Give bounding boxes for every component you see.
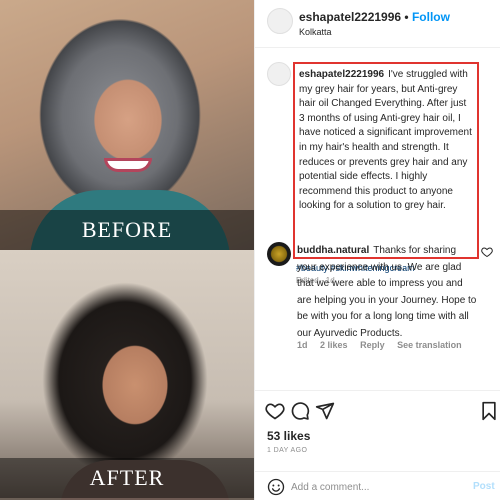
comment-input[interactable] (291, 478, 451, 496)
follow-button[interactable]: Follow (412, 10, 450, 24)
caption-avatar[interactable] (267, 62, 291, 86)
after-label: AFTER (0, 458, 254, 498)
see-translation-link[interactable]: See translation (397, 340, 462, 350)
heart-icon[interactable] (481, 246, 493, 258)
reply-body: Thanks for sharing your experience with … (297, 245, 477, 339)
reply-button[interactable]: Reply (360, 340, 385, 350)
reply-meta: 1d 2 likes Reply See translation (297, 340, 472, 350)
post-header: eshapatel2221996 • Follow Kolkatta (255, 0, 500, 48)
caption-text: eshapatel2221996 I've struggled with my g… (299, 68, 473, 214)
comment-bar: Post (255, 471, 500, 500)
reply-avatar[interactable] (267, 242, 291, 266)
post-time: 1 DAY AGO (267, 447, 308, 454)
reply-likes[interactable]: 2 likes (320, 340, 348, 350)
heart-icon[interactable] (265, 401, 285, 421)
reply-text: buddha.natural Thanks for sharing your ex… (297, 243, 477, 343)
action-bar: 53 likes 1 DAY AGO Post (255, 390, 500, 500)
before-after-image: BEFORE AFTER (0, 0, 254, 500)
reply-author[interactable]: buddha.natural (297, 245, 369, 256)
header-user-line: eshapatel2221996 • Follow (299, 10, 450, 24)
username[interactable]: eshapatel2221996 (299, 10, 401, 24)
share-icon[interactable] (315, 401, 335, 421)
caption-author[interactable]: eshapatel2221996 (299, 69, 384, 80)
comment-icon[interactable] (290, 401, 310, 421)
avatar[interactable] (267, 8, 293, 34)
bookmark-icon[interactable] (479, 401, 499, 421)
before-photo: BEFORE (0, 0, 254, 250)
caption-highlight-box: eshapatel2221996 I've struggled with my g… (293, 62, 479, 259)
after-photo: AFTER (0, 250, 254, 500)
before-label: BEFORE (0, 210, 254, 250)
post-pane: eshapatel2221996 • Follow Kolkatta eshap… (254, 0, 500, 500)
location[interactable]: Kolkatta (299, 27, 332, 37)
separator-dot: • (404, 10, 409, 24)
emoji-icon[interactable] (267, 478, 285, 496)
post-button[interactable]: Post (473, 481, 495, 492)
reply-time: 1d (297, 340, 308, 350)
likes-count[interactable]: 53 likes (267, 429, 310, 443)
caption-body: I've struggled with my grey hair for yea… (299, 69, 472, 212)
